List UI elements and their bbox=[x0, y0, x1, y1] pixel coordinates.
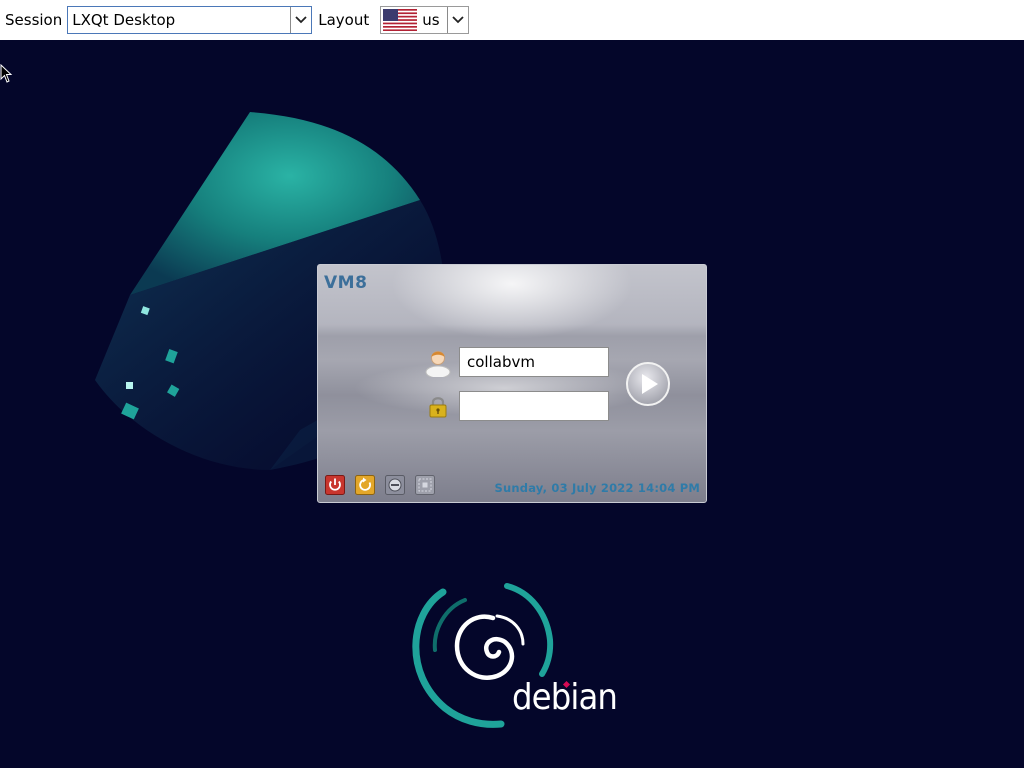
layout-value: us bbox=[422, 11, 440, 29]
login-button[interactable] bbox=[625, 361, 671, 407]
debian-wordmark: debian bbox=[512, 677, 618, 718]
us-flag-icon bbox=[383, 9, 418, 31]
chevron-down-icon[interactable] bbox=[290, 7, 311, 33]
login-panel: VM8 collabvm Sunday, 03 July 2022 14:04 … bbox=[317, 264, 707, 503]
chevron-down-icon[interactable] bbox=[447, 7, 468, 33]
power-actions bbox=[325, 475, 435, 495]
lock-icon bbox=[429, 397, 447, 418]
password-field[interactable] bbox=[459, 391, 609, 421]
hibernate-icon[interactable] bbox=[415, 475, 435, 495]
user-icon bbox=[425, 351, 451, 377]
username-field[interactable] bbox=[459, 347, 609, 377]
session-value: LXQt Desktop bbox=[72, 11, 176, 29]
layout-label: Layout bbox=[318, 11, 370, 29]
hostname-label: VM8 bbox=[324, 273, 368, 293]
mouse-cursor-icon bbox=[0, 64, 13, 83]
session-select[interactable]: LXQt Desktop bbox=[67, 6, 313, 34]
session-label: Session bbox=[5, 11, 63, 29]
top-bar: Session LXQt Desktop Layout us bbox=[0, 0, 1024, 40]
datetime-label: Sunday, 03 July 2022 14:04 PM bbox=[494, 481, 700, 495]
restart-icon[interactable] bbox=[355, 475, 375, 495]
layout-select[interactable]: us bbox=[380, 6, 470, 34]
shutdown-icon[interactable] bbox=[325, 475, 345, 495]
suspend-icon[interactable] bbox=[385, 475, 405, 495]
